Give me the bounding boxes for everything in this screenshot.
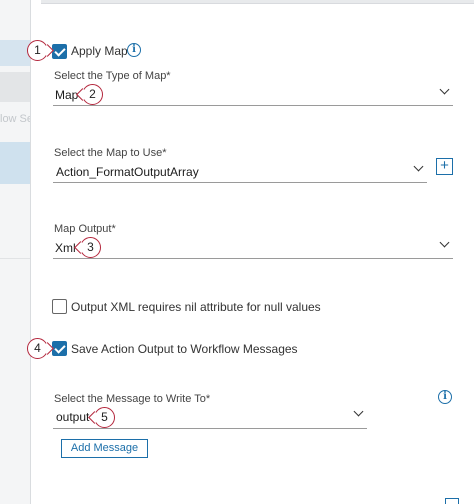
panel-top-bar bbox=[41, 0, 474, 4]
nil-attribute-label: Output XML requires nil attribute for nu… bbox=[71, 300, 321, 314]
apply-map-label: Apply Map bbox=[71, 44, 128, 58]
map-to-use-label: Select the Map to Use* bbox=[54, 147, 167, 159]
info-icon[interactable]: i bbox=[438, 390, 452, 404]
panel-edge-icon bbox=[445, 498, 459, 504]
message-value: output bbox=[56, 410, 90, 424]
chevron-down-icon bbox=[353, 406, 364, 417]
map-type-label: Select the Type of Map* bbox=[54, 70, 171, 82]
add-map-button[interactable]: + bbox=[436, 158, 453, 175]
map-to-use-select[interactable]: Action_FormatOutputArray bbox=[53, 160, 427, 184]
callout-5: 5 bbox=[94, 407, 115, 428]
info-icon[interactable]: i bbox=[127, 43, 141, 57]
save-output-checkbox[interactable] bbox=[52, 341, 67, 356]
map-to-use-value: Action_FormatOutputArray bbox=[56, 165, 199, 179]
chevron-down-icon bbox=[413, 161, 424, 172]
apply-map-checkbox[interactable] bbox=[52, 44, 67, 59]
background-row bbox=[0, 40, 30, 66]
map-type-value: Map bbox=[55, 88, 79, 102]
callout-4: 4 bbox=[27, 338, 48, 359]
background-panel: low Se bbox=[0, 0, 30, 504]
message-underline bbox=[53, 428, 367, 429]
callout-3: 3 bbox=[80, 237, 101, 258]
message-label: Select the Message to Write To* bbox=[54, 393, 211, 405]
background-divider bbox=[0, 258, 30, 259]
map-type-underline bbox=[53, 105, 453, 106]
chevron-down-icon bbox=[439, 84, 450, 95]
callout-1: 1 bbox=[27, 40, 48, 61]
nil-attribute-checkbox[interactable] bbox=[52, 299, 67, 314]
map-output-select[interactable]: Xml bbox=[53, 236, 453, 260]
background-row-selected bbox=[0, 142, 30, 184]
chevron-down-icon bbox=[439, 237, 450, 248]
add-message-button[interactable]: Add Message bbox=[61, 439, 148, 458]
map-to-use-underline bbox=[53, 182, 427, 183]
callout-2: 2 bbox=[82, 84, 103, 105]
save-output-label: Save Action Output to Workflow Messages bbox=[71, 342, 298, 356]
map-output-label: Map Output* bbox=[54, 223, 116, 235]
map-type-select[interactable]: Map bbox=[53, 83, 453, 107]
map-output-value: Xml bbox=[55, 241, 76, 255]
map-output-underline bbox=[53, 258, 453, 259]
background-row bbox=[0, 72, 30, 102]
background-text: low Se bbox=[0, 113, 30, 125]
